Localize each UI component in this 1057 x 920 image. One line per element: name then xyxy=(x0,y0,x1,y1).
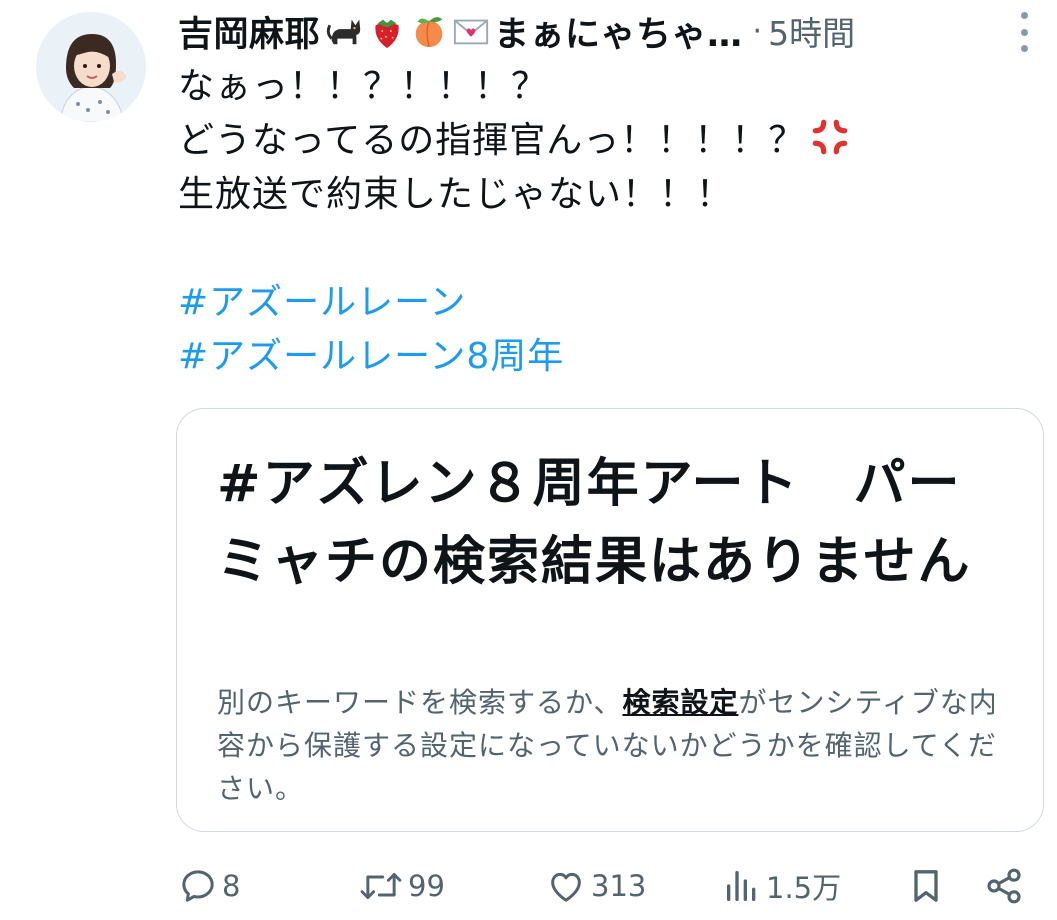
author-emojis xyxy=(326,12,490,50)
tweet-line-text: どうなってるの指揮官んっ！！！！？ xyxy=(178,120,806,161)
tweet-line: どうなってるの指揮官んっ！！！！？ xyxy=(178,114,1038,168)
hashtag-link[interactable]: #アズールレーン xyxy=(178,276,1038,330)
card-desc-before: 別のキーワードを検索するか、 xyxy=(217,686,623,719)
share-icon xyxy=(987,868,1021,904)
retweet-button[interactable]: 99 xyxy=(358,856,445,916)
love-letter-emoji xyxy=(453,19,489,45)
views-button[interactable]: 1.5万 xyxy=(722,856,841,916)
tweet-timestamp[interactable]: 5時間 xyxy=(768,7,855,55)
author-name[interactable]: 吉岡麻耶 xyxy=(178,6,320,57)
tweet-action-bar: 8 99 313 1.5万 xyxy=(0,856,1057,916)
heart-icon xyxy=(551,872,581,902)
strawberry-emoji xyxy=(375,19,399,49)
black-cat-emoji xyxy=(326,19,361,45)
like-count: 313 xyxy=(591,869,647,903)
reply-button[interactable]: 8 xyxy=(178,856,240,916)
avatar-image xyxy=(36,12,146,122)
retweet-count: 99 xyxy=(408,869,445,903)
share-button[interactable] xyxy=(984,856,1024,916)
card-title: #アズレン８周年アート パーミャチの検索結果はありません xyxy=(217,454,972,592)
tweet-text: なぁっ！！？！！！？ どうなってるの指揮官んっ！！！！？ 生放送で約束したじゃな… xyxy=(178,60,1038,384)
like-button[interactable]: 313 xyxy=(545,856,646,916)
search-settings-link: 検索設定 xyxy=(622,686,739,719)
card-description: 別のキーワードを検索するか、検索設定がセンシティブな内容から保護する設定になって… xyxy=(217,681,1007,810)
bookmark-icon xyxy=(914,870,938,902)
avatar[interactable] xyxy=(36,12,146,122)
views-count: 1.5万 xyxy=(766,871,842,905)
header-separator: · xyxy=(752,13,763,49)
tweet-line: 生放送で約束したじゃない！！！ xyxy=(178,174,734,215)
retweet-icon xyxy=(360,873,402,899)
reply-count: 8 xyxy=(222,869,241,903)
hashtag-link[interactable]: #アズールレーン8周年 xyxy=(178,330,1038,384)
bookmark-button[interactable] xyxy=(906,856,946,916)
anger-symbol-icon xyxy=(812,119,848,155)
analytics-icon xyxy=(727,871,756,901)
more-options-icon[interactable] xyxy=(1012,12,1036,52)
tweet-line: なぁっ！！？！！！？ xyxy=(178,66,549,107)
attached-image-card[interactable]: #アズレン８周年アート パーミャチの検索結果はありません 別のキーワードを検索す… xyxy=(176,408,1044,832)
author-name-suffix[interactable]: まぁにゃちゃ… xyxy=(494,6,743,57)
peach-emoji xyxy=(415,17,443,48)
reply-icon xyxy=(182,870,214,902)
tweet-header: 吉岡麻耶 まぁにゃちゃ… · 5時間 xyxy=(178,4,978,58)
